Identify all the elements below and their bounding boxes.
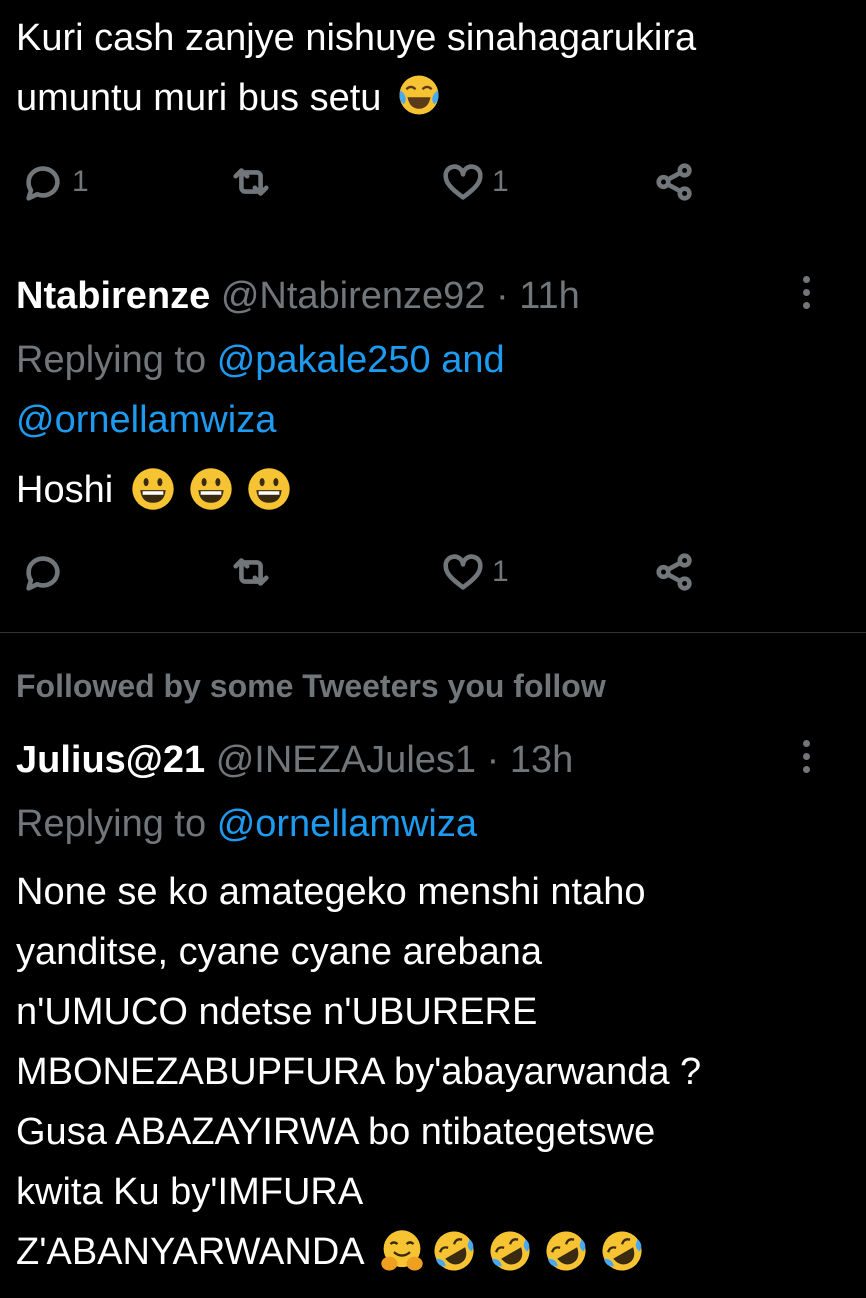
like-button[interactable]: 1 <box>440 542 509 602</box>
tweet-text-line: Z'ABANYARWANDA <box>16 1222 856 1282</box>
reply-icon <box>26 166 60 201</box>
tweet-text-line: yanditse, cyane cyane arebana <box>16 931 543 973</box>
tweet-body: None se ko amategeko menshi ntaho yandit… <box>16 862 856 1282</box>
tweet-text-line: Gusa ABAZAYIRWA bo ntibategetswe <box>16 1111 656 1153</box>
tweet-header: Julius@21 @INEZAJules1 · 13h <box>16 730 573 790</box>
retweet-button[interactable] <box>228 152 274 212</box>
retweet-icon <box>233 558 269 586</box>
reply-count: 1 <box>72 165 89 198</box>
social-context: Followed by some Tweeters you follow <box>16 668 606 704</box>
tweet-text: Hoshi <box>16 469 114 511</box>
mention-link[interactable]: @ornellamwiza <box>16 390 276 450</box>
separator: · <box>486 739 500 781</box>
reply-icon <box>26 556 60 591</box>
retweet-button[interactable] <box>228 542 274 602</box>
mention-and[interactable]: and <box>441 339 504 381</box>
more-icon[interactable] <box>794 736 818 782</box>
emoji-group <box>124 468 292 511</box>
tweet-actions: 1 <box>0 542 866 602</box>
rolling-on-floor-laughing-icon <box>546 1231 586 1271</box>
grinning-face-icon <box>132 468 174 510</box>
author-handle[interactable]: @Ntabirenze92 <box>221 275 486 317</box>
rolling-on-floor-laughing-icon <box>602 1231 642 1271</box>
rolling-on-floor-laughing-icon <box>490 1231 530 1271</box>
tweet-text: umuntu muri bus setu <box>16 77 382 119</box>
tweet-text-line: Hoshi <box>16 460 292 520</box>
replying-to: Replying to @pakale250 and <box>16 330 505 390</box>
tweet-text: Z'ABANYARWANDA <box>16 1231 363 1273</box>
mention-link[interactable]: @pakale250 <box>217 339 431 381</box>
share-icon <box>656 163 692 201</box>
tweet-actions: 1 1 <box>0 152 866 212</box>
like-count: 1 <box>492 165 509 198</box>
face-with-tears-of-joy-icon <box>399 75 439 115</box>
like-button[interactable]: 1 <box>440 152 509 212</box>
retweet-icon <box>233 168 269 196</box>
rolling-on-floor-laughing-icon <box>434 1231 474 1271</box>
tweet-text-line: MBONEZABUPFURA by'abayarwanda ? <box>16 1051 702 1093</box>
reply-button[interactable] <box>20 542 72 602</box>
tweet-text-line: Kuri cash zanjye nishuye sinahagarukira <box>16 17 697 59</box>
tweet-text-line: n'UMUCO ndetse n'UBURERE <box>16 991 538 1033</box>
share-button[interactable] <box>652 152 698 212</box>
tweet-text-line: umuntu muri bus setu <box>16 68 442 128</box>
share-button[interactable] <box>652 542 698 602</box>
replying-to: Replying to @ornellamwiza <box>16 794 477 854</box>
like-count: 1 <box>492 555 509 588</box>
replying-prefix: Replying to <box>16 339 207 381</box>
author-handle[interactable]: @INEZAJules1 <box>216 739 476 781</box>
replying-prefix: Replying to <box>16 803 207 845</box>
more-icon[interactable] <box>794 272 818 318</box>
like-icon <box>443 164 483 200</box>
like-icon <box>443 554 483 590</box>
tweet-text-line: kwita Ku by'IMFURA <box>16 1171 364 1213</box>
grinning-face-icon <box>190 468 232 510</box>
timestamp[interactable]: 13h <box>510 739 573 781</box>
tweet-text-line: None se ko amategeko menshi ntaho <box>16 871 646 913</box>
reply-button[interactable]: 1 <box>20 152 89 212</box>
tweet-header: Ntabirenze @Ntabirenze92 · 11h <box>16 266 580 326</box>
separator: · <box>496 275 509 317</box>
author-name[interactable]: Julius@21 <box>16 739 205 781</box>
divider <box>0 632 866 633</box>
timestamp[interactable]: 11h <box>519 275 580 317</box>
grinning-face-icon <box>248 468 290 510</box>
share-icon <box>656 553 692 591</box>
author-name[interactable]: Ntabirenze <box>16 275 210 317</box>
hugging-face-icon <box>381 1230 423 1271</box>
mention-link[interactable]: @ornellamwiza <box>217 803 477 845</box>
